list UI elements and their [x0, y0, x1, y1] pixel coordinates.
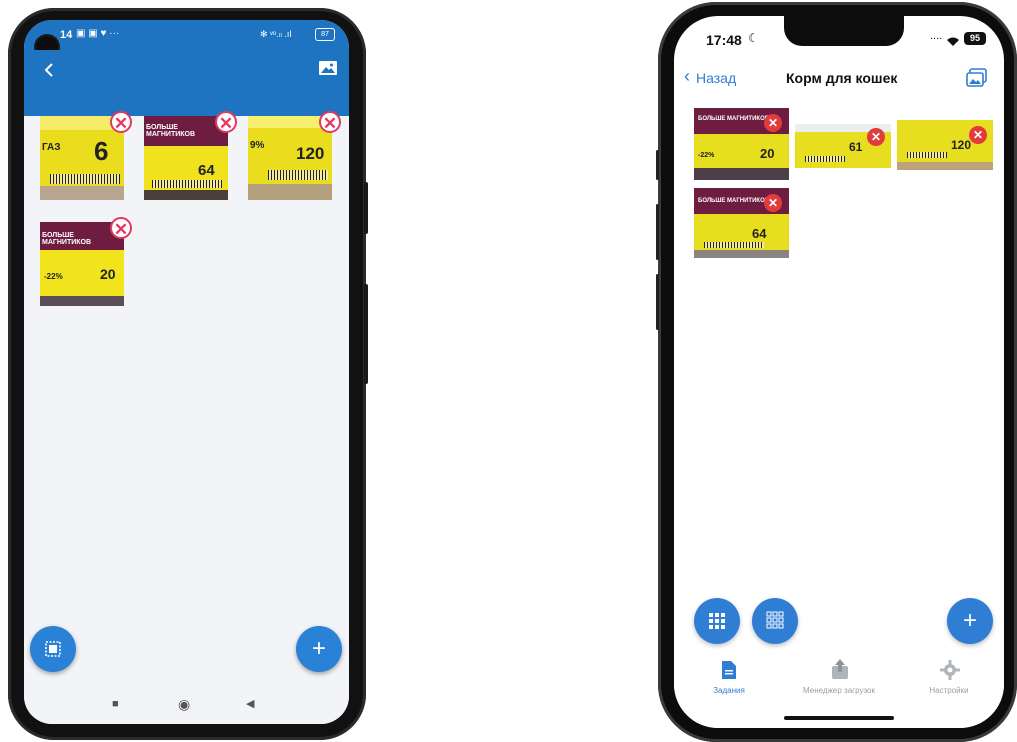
iphone-volume-down: [656, 274, 659, 330]
thumb-price: 20: [760, 146, 775, 161]
tab-upload-manager[interactable]: Менеджер загрузок: [784, 654, 894, 704]
home-indicator[interactable]: [784, 716, 894, 720]
grid-icon: [709, 613, 725, 629]
tab-label: Настройки: [929, 686, 969, 695]
photo-thumbnail[interactable]: БОЛЬШЕ МАГНИТИКОВ 64: [144, 116, 228, 200]
android-screen: 14 ▣ ▣ ♥ ··· ✻ ᵛᵒ.ₗₗ .ıl 87 ГАЗ 6 ✕ БОЛЬ…: [24, 20, 349, 724]
gallery-icon[interactable]: [966, 68, 988, 88]
signal-icon: ....: [930, 30, 943, 42]
recents-button[interactable]: ■: [112, 698, 119, 710]
tab-label: Задания: [713, 686, 745, 695]
thumb-discount: -22%: [44, 272, 63, 281]
status-time: 14: [60, 29, 73, 41]
status-time: 17:48: [706, 32, 742, 48]
thumb-price: 64: [752, 226, 767, 241]
battery-icon: 87: [315, 28, 335, 41]
notch: [784, 16, 904, 46]
remove-photo-button[interactable]: ✕: [764, 194, 782, 212]
chevron-left-icon: ‹: [684, 66, 690, 86]
remove-photo-button[interactable]: ✕: [215, 111, 237, 133]
thumb-price: 64: [198, 162, 215, 179]
wifi-icon: [946, 34, 960, 46]
android-volume-button: [364, 182, 368, 234]
photo-thumbnail[interactable]: 9% 120: [248, 116, 332, 200]
remove-photo-button[interactable]: ✕: [764, 114, 782, 132]
android-status-bar: 14 ▣ ▣ ♥ ··· ✻ ᵛᵒ.ₗₗ .ıl 87: [24, 20, 349, 50]
document-icon: [722, 661, 736, 679]
upload-icon: [832, 659, 848, 679]
thumb-price: 61: [849, 140, 863, 154]
thumb-price: 120: [296, 144, 325, 163]
thumb-text: ГАЗ: [42, 142, 61, 153]
thumb-price: 120: [951, 138, 972, 152]
remove-photo-button[interactable]: ✕: [110, 217, 132, 239]
thumb-price: 6: [94, 136, 109, 166]
add-fab-button[interactable]: +: [296, 626, 342, 672]
grid-small-fab-button[interactable]: [752, 598, 798, 644]
thumb-price: 20: [100, 266, 116, 282]
tab-settings[interactable]: Настройки: [894, 654, 1004, 704]
remove-photo-button[interactable]: ✕: [110, 111, 132, 133]
iphone-volume-up: [656, 204, 659, 260]
add-fab-button[interactable]: +: [947, 598, 993, 644]
tab-bar: Задания Менеджер загрузок Настройки: [674, 654, 1004, 728]
moon-icon: ☾: [748, 31, 759, 45]
android-nav-bar: ■ ◉ ◀: [24, 686, 349, 724]
grid-outline-icon: [766, 611, 784, 629]
iphone-screen: 17:48 ☾ .... 95 ‹ Назад Корм для кошек Б…: [674, 16, 1004, 728]
remove-photo-button[interactable]: ✕: [969, 126, 987, 144]
status-signal-icons: ✻ ᵛᵒ.ₗₗ .ıl: [260, 29, 292, 39]
iphone-mute-switch: [656, 150, 659, 180]
status-notification-icons: ▣ ▣ ♥ ···: [76, 28, 120, 39]
android-app-bar: [24, 50, 349, 116]
remove-photo-button[interactable]: ✕: [867, 128, 885, 146]
gear-icon: [940, 660, 960, 680]
chevron-left-icon[interactable]: [40, 60, 60, 80]
back-label: Назад: [696, 70, 737, 86]
tab-label: Менеджер загрузок: [803, 686, 875, 695]
tab-tasks[interactable]: Задания: [674, 654, 784, 704]
page-title: Корм для кошек: [786, 70, 898, 86]
android-power-button: [364, 284, 368, 384]
home-button[interactable]: ◉: [178, 696, 190, 713]
thumb-discount: -22%: [698, 152, 715, 159]
remove-photo-button[interactable]: ✕: [319, 111, 341, 133]
image-icon[interactable]: [318, 59, 338, 77]
battery-icon: 95: [964, 32, 986, 45]
back-button[interactable]: ◀: [246, 697, 254, 710]
scan-icon: [45, 641, 61, 657]
scan-fab-button[interactable]: [30, 626, 76, 672]
grid-large-fab-button[interactable]: [694, 598, 740, 644]
thumb-percent: 9%: [250, 140, 265, 151]
